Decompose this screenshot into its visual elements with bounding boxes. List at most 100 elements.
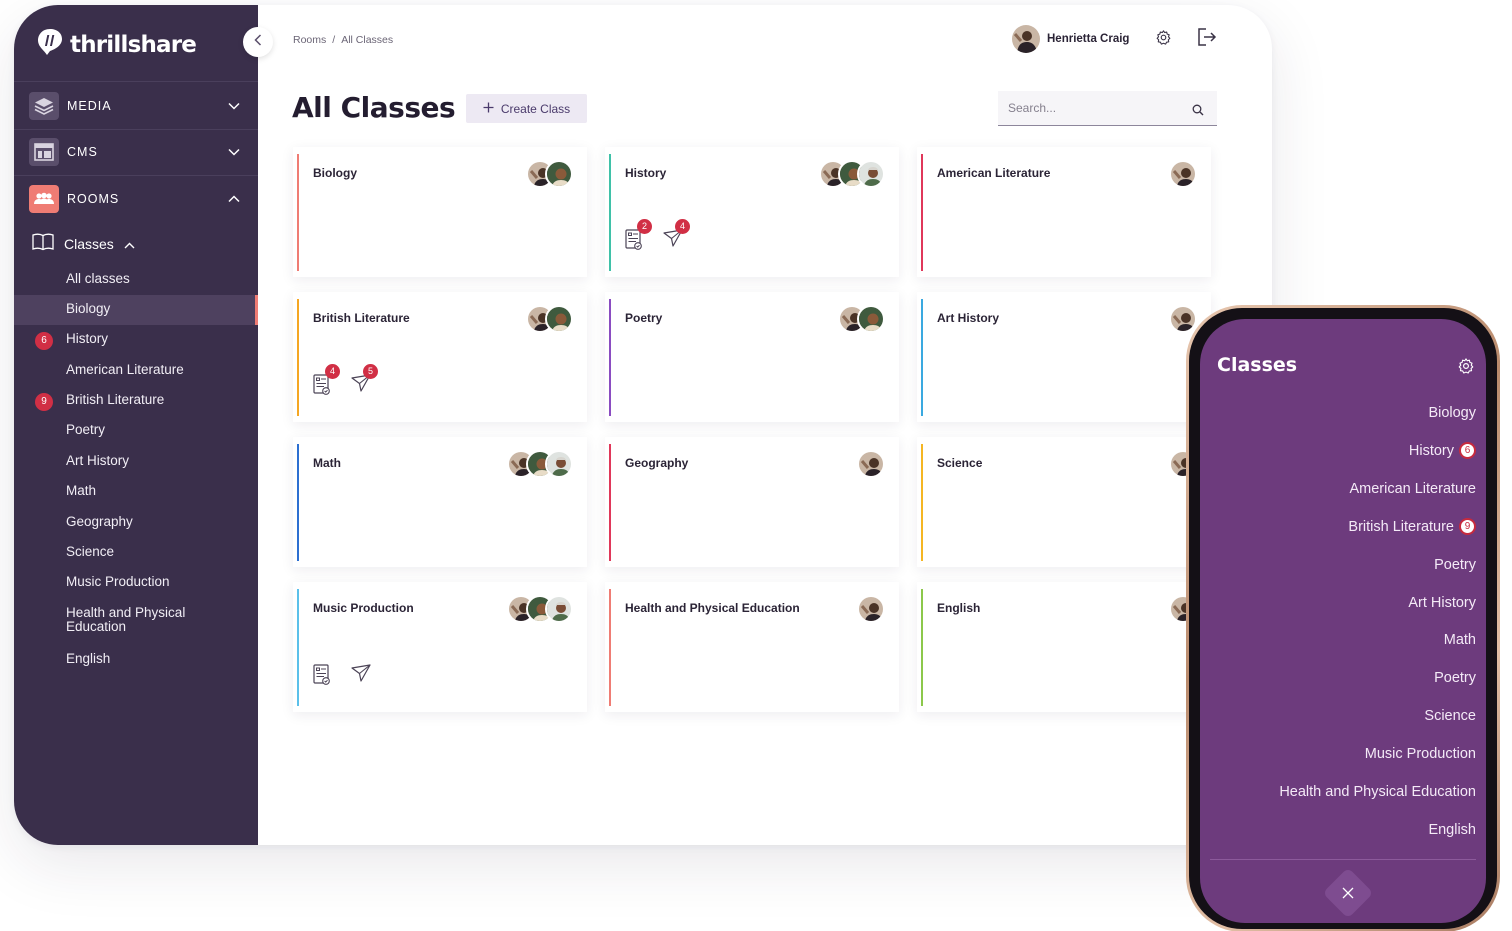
class-card[interactable]: Music Production xyxy=(293,582,587,712)
class-card[interactable]: Biology xyxy=(293,147,587,277)
sidebar-class-item[interactable]: Health and Physical Education xyxy=(14,599,258,643)
card-color-bar xyxy=(297,444,299,561)
card-color-bar xyxy=(921,444,923,561)
class-card[interactable]: Math xyxy=(293,437,587,567)
user-menu[interactable]: Henrietta Craig xyxy=(1012,25,1129,53)
chevron-up-icon xyxy=(228,190,240,208)
sidebar-section-media[interactable]: MEDIA xyxy=(14,83,258,129)
close-icon[interactable] xyxy=(1330,875,1366,911)
member-avatars[interactable] xyxy=(507,595,573,623)
class-card[interactable]: History 2 4 xyxy=(605,147,899,277)
phone-class-item[interactable]: Biology xyxy=(1428,403,1476,423)
class-card-title: Music Production xyxy=(313,601,414,615)
class-card[interactable]: Health and Physical Education xyxy=(605,582,899,712)
phone-class-label: English xyxy=(1428,821,1476,838)
card-color-bar xyxy=(609,444,611,561)
sidebar-class-item[interactable]: All classes xyxy=(14,265,258,295)
member-avatars[interactable] xyxy=(526,305,573,333)
member-avatars[interactable] xyxy=(507,450,573,478)
breadcrumb-rooms-link[interactable]: Rooms xyxy=(293,34,326,46)
class-card[interactable]: Science xyxy=(917,437,1211,567)
class-card-title: Biology xyxy=(313,166,357,180)
sidebar-class-label: Math xyxy=(66,483,97,498)
phone-class-item[interactable]: Poetry xyxy=(1434,555,1476,575)
user-name: Henrietta Craig xyxy=(1047,33,1130,45)
search-icon[interactable] xyxy=(1192,103,1204,121)
member-avatars[interactable] xyxy=(838,305,885,333)
sidebar-class-label: American Literature xyxy=(66,362,184,377)
sidebar-class-item[interactable]: American Literature xyxy=(14,356,258,386)
sidebar-section-rooms[interactable]: ROOMS xyxy=(14,176,258,222)
sidebar-section-cms[interactable]: CMS xyxy=(14,129,258,175)
class-card[interactable]: English xyxy=(917,582,1211,712)
phone-class-item[interactable]: Math xyxy=(1444,630,1476,650)
phone-class-item[interactable]: Health and Physical Education xyxy=(1279,782,1476,802)
phone-class-item[interactable]: Science xyxy=(1424,706,1476,726)
avatar xyxy=(857,305,885,333)
sidebar-class-item[interactable]: Art History xyxy=(14,447,258,477)
phone-class-label: Poetry xyxy=(1434,556,1476,573)
posts-icon[interactable]: 4 xyxy=(313,364,340,396)
notification-badge: 6 xyxy=(1459,442,1476,460)
search-input[interactable]: Search... xyxy=(1008,101,1056,115)
collapse-sidebar-button[interactable] xyxy=(243,27,273,57)
member-avatars[interactable] xyxy=(819,160,885,188)
send-icon[interactable]: 4 xyxy=(663,219,690,251)
sidebar-class-item[interactable]: Geography xyxy=(14,508,258,538)
phone-class-label: Art History xyxy=(1408,594,1476,611)
send-icon[interactable]: 5 xyxy=(351,364,378,396)
phone-class-item[interactable]: Music Production xyxy=(1365,744,1476,764)
sidebar-class-item[interactable]: Poetry xyxy=(14,416,258,446)
classes-group-header[interactable]: Classes xyxy=(32,233,135,254)
sidebar-class-label: Poetry xyxy=(66,422,106,437)
logout-button[interactable] xyxy=(1195,27,1219,50)
phone-class-item[interactable]: American Literature xyxy=(1349,479,1476,499)
settings-button[interactable] xyxy=(1153,30,1173,50)
breadcrumb-current: All Classes xyxy=(341,34,394,46)
phone-class-item[interactable]: British Literature 9 xyxy=(1348,517,1476,537)
phone-class-item[interactable]: Poetry xyxy=(1434,668,1476,688)
member-avatars[interactable] xyxy=(857,450,885,478)
class-card[interactable]: Poetry xyxy=(605,292,899,422)
avatar xyxy=(1169,160,1197,188)
search-field[interactable]: Search... xyxy=(998,91,1217,126)
posts-icon[interactable]: 2 xyxy=(625,219,652,251)
card-color-bar xyxy=(297,154,299,271)
phone-class-item[interactable]: English xyxy=(1428,820,1476,840)
member-avatars[interactable] xyxy=(1169,160,1197,188)
phone-class-label: Science xyxy=(1424,708,1476,725)
sidebar-class-item[interactable]: Music Production xyxy=(14,568,258,598)
member-avatars[interactable] xyxy=(1169,305,1197,333)
notification-badge: 6 xyxy=(35,332,53,350)
sidebar-class-item[interactable]: Math xyxy=(14,477,258,507)
member-avatars[interactable] xyxy=(857,595,885,623)
phone-class-label: Health and Physical Education xyxy=(1279,784,1476,800)
class-card[interactable]: American Literature xyxy=(917,147,1211,277)
sidebar-class-label: Science xyxy=(66,544,115,559)
sidebar-class-item[interactable]: 6 History xyxy=(14,325,258,355)
logo[interactable]: thrillshare xyxy=(36,27,197,62)
gear-icon[interactable] xyxy=(1457,357,1475,380)
avatar xyxy=(857,160,885,188)
phone-class-label: American Literature xyxy=(1349,480,1476,497)
sidebar-class-label: History xyxy=(66,331,109,346)
posts-icon[interactable] xyxy=(313,664,333,686)
class-card[interactable]: British Literature 4 5 xyxy=(293,292,587,422)
create-class-button[interactable]: Create Class xyxy=(466,94,587,123)
sidebar-class-item[interactable]: English xyxy=(14,645,258,675)
avatar xyxy=(857,595,885,623)
phone-class-item[interactable]: Art History xyxy=(1408,593,1476,613)
phone-class-item[interactable]: History 6 xyxy=(1409,441,1476,461)
card-color-bar xyxy=(921,299,923,416)
avatar xyxy=(545,595,573,623)
class-card[interactable]: Art History xyxy=(917,292,1211,422)
phone-class-label: Math xyxy=(1443,632,1476,649)
member-avatars[interactable] xyxy=(526,160,573,188)
sidebar-class-item[interactable]: Science xyxy=(14,538,258,568)
sidebar-class-item[interactable]: Biology xyxy=(14,295,258,325)
chevron-down-icon xyxy=(228,143,240,161)
class-card[interactable]: Geography xyxy=(605,437,899,567)
send-icon[interactable] xyxy=(351,664,371,686)
phone-frame: Classes Biology History 6 American Literatu… xyxy=(1186,305,1500,931)
sidebar-class-item[interactable]: 9 British Literature xyxy=(14,386,258,416)
